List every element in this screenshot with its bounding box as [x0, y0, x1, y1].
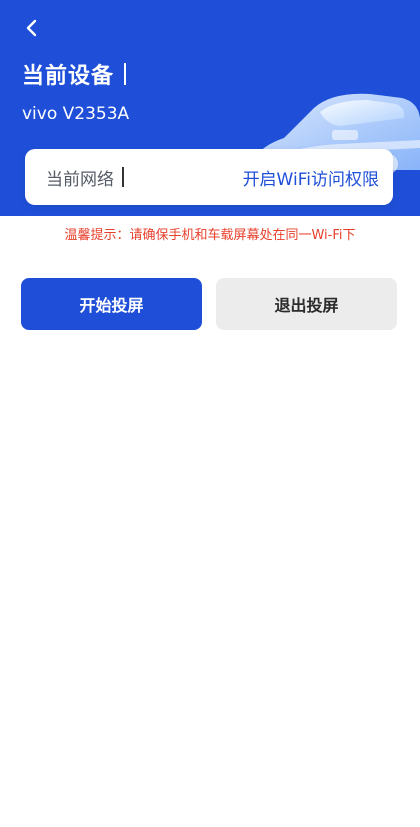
network-card: 当前网络 开启WiFi访问权限: [25, 149, 393, 205]
back-button[interactable]: [14, 10, 50, 46]
section-title: 当前设备: [22, 58, 127, 90]
network-label-text: 当前网络: [46, 169, 114, 190]
chevron-left-icon: [26, 19, 37, 37]
exit-cast-button[interactable]: 退出投屏: [216, 278, 397, 330]
network-label: 当前网络: [46, 165, 124, 190]
section-title-text: 当前设备: [22, 64, 115, 89]
tip-text: 温馨提示：请确保手机和车载屏幕处在同一Wi-Fi下: [64, 228, 356, 243]
device-name: vivo V2353A: [22, 104, 130, 124]
network-caret: [122, 167, 124, 187]
enable-wifi-permission-link[interactable]: 开启WiFi访问权限: [243, 165, 379, 190]
title-caret: [124, 63, 127, 85]
start-cast-button[interactable]: 开始投屏: [21, 278, 202, 330]
header: 当前设备 vivo V2353A 当前网络 开启WiFi访问权限: [0, 0, 420, 216]
